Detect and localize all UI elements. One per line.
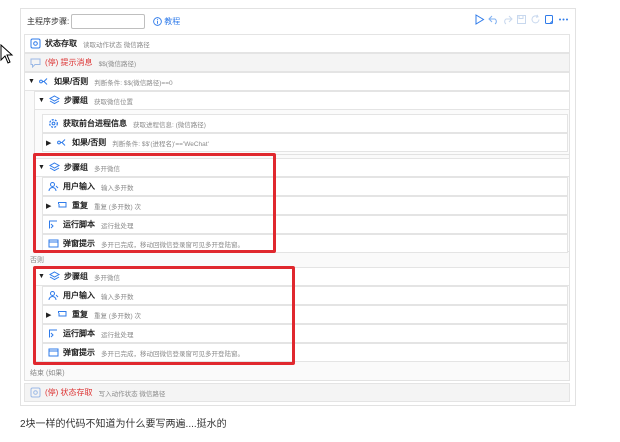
gear-icon (29, 387, 41, 399)
caption-text: 2块一样的代码不知道为什么要写两遍....挺水的 (20, 419, 227, 430)
step-name: 弹窗提示 (63, 239, 95, 248)
step-desc: 重复 (多开数) 次 (94, 312, 141, 320)
step-name: 重复 (72, 310, 88, 319)
step-name: 如果/否则 (54, 77, 89, 86)
step-group-1[interactable]: ▼ 步骤组 获取微信位置 (34, 91, 570, 110)
step-name: (停) 提示消息 (45, 58, 93, 67)
run-icon[interactable] (474, 14, 485, 25)
step-disabled-prompt[interactable]: (停) 提示消息 $$(微信路径) (24, 53, 570, 72)
step-input[interactable] (71, 13, 146, 29)
step-desc: 运行批处理 (101, 222, 134, 230)
step-desc: 运行批处理 (101, 331, 134, 339)
step-desc: 写入动作状态 微信路径 (98, 390, 166, 398)
user-icon (47, 290, 59, 302)
end-if-label: 结束 (如果) (30, 370, 65, 377)
step-desc: 输入多开数 (101, 184, 134, 192)
step-user-input-a[interactable]: 用户输入 输入多开数 (42, 177, 568, 196)
step-desc: 输入多开数 (101, 293, 134, 301)
step-desc: 多开已完成，移动回微信登录窗可见多开登陆窗。 (101, 350, 244, 358)
step-group-b[interactable]: ▼ 步骤组 多开微信 (34, 267, 570, 286)
repeat-icon (56, 309, 68, 321)
branch-icon (56, 137, 68, 149)
message-icon (29, 57, 41, 69)
step-name: 获取前台进程信息 (63, 119, 127, 128)
collapse-toggle-icon[interactable]: ▼ (38, 164, 46, 171)
step-name: 用户输入 (63, 291, 95, 300)
step-desc: 获取进程信息: (微信路径) (133, 121, 206, 129)
step-name: 重复 (72, 201, 88, 210)
flow-editor-panel: 主程序步骤: 教程 状态存取 读取动作状态 微信路径 (停) 提示消息 $$(微… (20, 8, 576, 406)
step-name: 用户输入 (63, 182, 95, 191)
toolbar: 主程序步骤: 教程 (21, 9, 575, 33)
save-icon[interactable] (516, 14, 527, 25)
gear-icon (47, 118, 59, 130)
step-name: 状态存取 (45, 39, 77, 48)
toolbar-actions (474, 14, 569, 25)
cursor-arrow-icon (0, 44, 14, 64)
collapse-toggle-icon[interactable]: ▼ (38, 273, 46, 280)
collapse-toggle-icon[interactable]: ▼ (28, 78, 36, 85)
step-name: 如果/否则 (72, 138, 107, 147)
help-link[interactable]: 教程 (153, 16, 180, 27)
step-desc: 多开微信 (94, 274, 120, 282)
step-save-state-top[interactable]: 状态存取 读取动作状态 微信路径 (24, 34, 570, 53)
step-desc: 多开微信 (94, 165, 120, 173)
layers-icon (48, 271, 60, 283)
step-desc: 判断条件: $$(微信路径)==0 (94, 79, 173, 87)
step-run-script-a[interactable]: 运行脚本 运行批处理 (42, 215, 568, 234)
step-user-input-b[interactable]: 用户输入 输入多开数 (42, 286, 568, 305)
step-label: 主程序步骤: (27, 16, 70, 26)
script-icon (47, 219, 59, 231)
expand-toggle-icon[interactable]: ▶ (46, 202, 54, 210)
step-group-a[interactable]: ▼ 步骤组 多开微信 (34, 158, 570, 177)
undo-icon[interactable] (488, 14, 499, 25)
step-name: (停) 状态存取 (45, 388, 93, 397)
help-label: 教程 (164, 16, 181, 26)
step-desc: 重复 (多开数) 次 (94, 203, 141, 211)
script-icon (47, 328, 59, 340)
step-name: 步骤组 (64, 96, 88, 105)
redo-icon[interactable] (502, 14, 513, 25)
step-desc: $$(微信路径) (98, 60, 137, 68)
collapse-toggle-icon[interactable]: ▼ (38, 97, 46, 104)
layers-icon (48, 162, 60, 174)
step-name: 弹窗提示 (63, 348, 95, 357)
info-icon (153, 16, 163, 26)
user-icon (47, 181, 59, 193)
step-desc: 获取微信位置 (94, 98, 133, 106)
step-repeat-b[interactable]: ▶ 重复 重复 (多开数) 次 (42, 305, 568, 324)
expand-toggle-icon[interactable]: ▶ (46, 311, 54, 319)
step-repeat-a[interactable]: ▶ 重复 重复 (多开数) 次 (42, 196, 568, 215)
step-if-else[interactable]: ▼ 如果/否则 判断条件: $$(微信路径)==0 (24, 72, 570, 91)
window-icon (47, 238, 59, 250)
step-get-process[interactable]: 获取前台进程信息 获取进程信息: (微信路径) (42, 114, 568, 133)
step-desc: 多开已完成，移动回微信登录窗可见多开登陆窗。 (101, 241, 244, 249)
expand-toggle-icon[interactable]: ▶ (46, 139, 54, 147)
layers-icon (48, 95, 60, 107)
repeat-icon (56, 200, 68, 212)
more-icon[interactable] (558, 14, 569, 25)
step-desc: 判断条件: $$'(进程名)'=='WeChat' (112, 140, 209, 148)
step-save-state-bottom[interactable]: (停) 状态存取 写入动作状态 微信路径 (24, 383, 570, 402)
step-popup-b[interactable]: 弹窗提示 多开已完成，移动回微信登录窗可见多开登陆窗。 (42, 343, 568, 362)
step-popup-a[interactable]: 弹窗提示 多开已完成，移动回微信登录窗可见多开登陆窗。 (42, 234, 568, 253)
step-run-script-b[interactable]: 运行脚本 运行批处理 (42, 324, 568, 343)
refresh-icon[interactable] (530, 14, 541, 25)
step-name: 运行脚本 (63, 220, 95, 229)
branch-icon (38, 76, 50, 88)
copy-icon[interactable] (544, 14, 555, 25)
step-name: 步骤组 (64, 163, 88, 172)
step-nested-if[interactable]: ▶ 如果/否则 判断条件: $$'(进程名)'=='WeChat' (42, 133, 568, 152)
gear-icon (29, 38, 41, 50)
window-icon (47, 347, 59, 359)
step-name: 步骤组 (64, 272, 88, 281)
step-name: 运行脚本 (63, 329, 95, 338)
step-desc: 读取动作状态 微信路径 (83, 41, 150, 49)
else-label: 否则 (30, 257, 44, 264)
